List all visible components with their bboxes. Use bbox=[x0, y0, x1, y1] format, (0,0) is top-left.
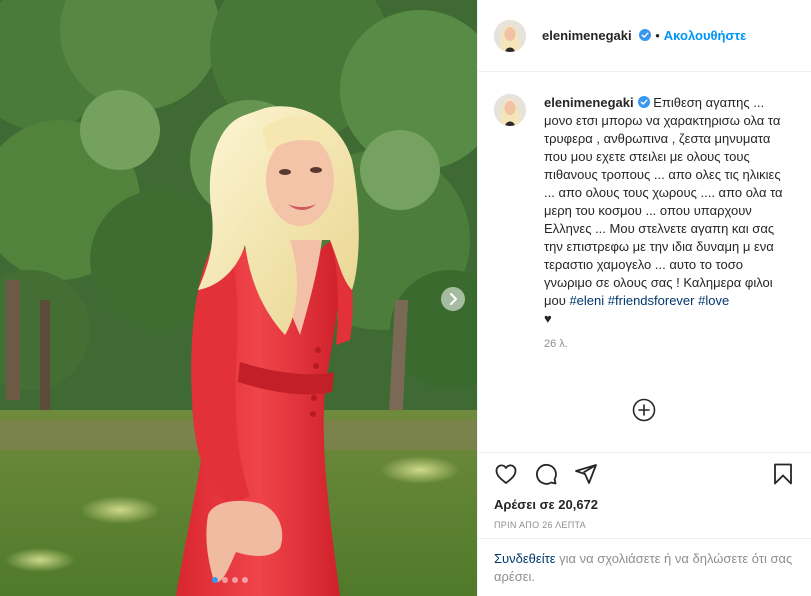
avatar[interactable] bbox=[494, 19, 526, 52]
separator: • bbox=[655, 28, 660, 43]
follow-button[interactable]: Ακολουθήστε bbox=[664, 28, 747, 43]
post-media[interactable] bbox=[0, 0, 477, 596]
bookmark-icon[interactable] bbox=[771, 462, 795, 486]
action-bar bbox=[478, 452, 811, 494]
avatar-image bbox=[494, 94, 526, 126]
post-header: elenimenegaki • Ακολουθήστε bbox=[478, 0, 811, 72]
hashtag-link[interactable]: #eleni bbox=[569, 293, 604, 308]
carousel-dot bbox=[232, 577, 238, 583]
post-sidebar: elenimenegaki • Ακολουθήστε elenimenegak… bbox=[477, 0, 811, 596]
caption-username[interactable]: elenimenegaki bbox=[544, 95, 650, 110]
verified-badge-icon bbox=[639, 29, 652, 41]
avatar[interactable] bbox=[494, 94, 526, 126]
share-icon[interactable] bbox=[574, 462, 598, 486]
comment-icon[interactable] bbox=[534, 462, 558, 486]
hashtag-link[interactable]: #love bbox=[698, 293, 729, 308]
caption-time: 26 λ. bbox=[544, 338, 568, 350]
chevron-right-icon bbox=[450, 293, 457, 305]
instagram-post: elenimenegaki • Ακολουθήστε elenimenegak… bbox=[0, 0, 811, 596]
plus-circle-icon[interactable] bbox=[632, 398, 656, 422]
next-image-button[interactable] bbox=[441, 287, 465, 311]
caption-text: elenimenegaki Επιθεση αγαπης ... μονο ετ… bbox=[544, 94, 792, 328]
carousel-indicator bbox=[212, 577, 248, 583]
likes-count[interactable]: Αρέσει σε 20,672 bbox=[478, 494, 811, 516]
heart-emoji: ♥ bbox=[544, 311, 552, 326]
username[interactable]: elenimenegaki bbox=[542, 28, 652, 43]
login-link[interactable]: Συνδεθείτε bbox=[494, 551, 556, 566]
carousel-dot bbox=[222, 577, 228, 583]
verified-badge-icon bbox=[637, 96, 650, 108]
login-prompt: Συνδεθείτε για να σχολιάσετε ή να δηλώσε… bbox=[478, 538, 811, 596]
hashtag-link[interactable]: #friendsforever bbox=[608, 293, 695, 308]
heart-icon[interactable] bbox=[494, 462, 518, 486]
post-timestamp[interactable]: ΠΡΙΝ ΑΠΟ 26 ΛΕΠΤΑ bbox=[478, 516, 811, 538]
avatar-image bbox=[494, 19, 526, 52]
carousel-dot bbox=[242, 577, 248, 583]
carousel-dot bbox=[212, 577, 218, 583]
caption-body: Επιθεση αγαπης ... μονο ετσι μπορω να χα… bbox=[544, 95, 787, 308]
comments-area: elenimenegaki Επιθεση αγαπης ... μονο ετ… bbox=[478, 72, 811, 452]
post-photo bbox=[0, 0, 477, 596]
caption: elenimenegaki Επιθεση αγαπης ... μονο ετ… bbox=[494, 94, 795, 328]
